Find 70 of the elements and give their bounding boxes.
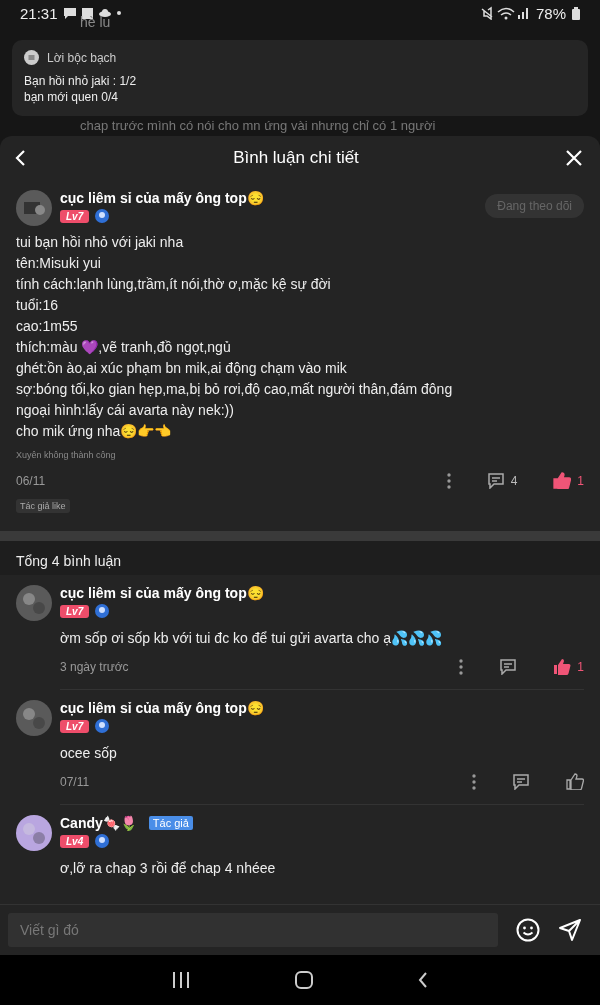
comment-text: ơ,lỡ ra chap 3 rồi để chap 4 nhéee [60,860,277,876]
comment-text-line: tuổi:16 [16,296,60,315]
avatar[interactable] [16,700,52,736]
caption: Xuyên không thành công [16,450,117,460]
like-count: 1 [577,473,584,488]
comment-text: ờm sốp ơi sốp kb với tui đc ko để tui gửi avarta cho ạ💦💦💦 [60,630,444,646]
send-icon[interactable] [558,918,582,942]
more-icon[interactable] [472,773,476,790]
comment-text-line: cho mik ứng nha😔👉👈 [16,422,173,441]
comment-text-line: ghét:ồn ào,ai xúc phạm bn mik,ai động chạm vào mik [16,359,348,378]
notification-card[interactable]: Lời bộc bạch Bạn hồi nhỏ jaki : 1/2 bạn mới quen 0/4 [12,40,588,116]
comment-text-line: tên:Misuki yui [16,254,102,273]
user-name[interactable]: cục liêm sỉ của mấy ông top😔 [60,585,264,601]
comment-text-line: sợ:bóng tối,ko gian hẹp,ma,bị bỏ rơi,độ cao,mất người thân,đám đông [16,380,454,399]
status-time: 21:31 [20,4,58,22]
avatar[interactable] [16,190,52,226]
cloud-icon [98,9,111,17]
reply-count: 4 [510,473,518,488]
comment-time: 07/11 [60,774,90,789]
thumbs-up-icon[interactable] [566,773,584,790]
medal-icon [95,604,110,618]
level-badge: Lv7 [60,719,90,733]
level-badge: Lv7 [60,604,90,618]
dot-icon [116,11,121,15]
battery-icon [572,6,580,20]
home-icon[interactable] [295,971,313,989]
level-badge: Lv4 [60,834,90,848]
comment-icon[interactable] [486,472,505,489]
comment-text-line: tui bạn hồi nhỏ với jaki nha [16,233,185,252]
more-icon[interactable] [459,658,464,675]
comment-input[interactable]: Viết gì đó [8,913,498,947]
comment-time: 3 ngày trước [60,659,129,674]
comment-text-line: cao:1m55 [16,317,79,336]
avatar[interactable] [16,815,52,851]
level-badge: Lv7 [60,209,90,223]
comment-text: ocee sốp [60,745,118,761]
author-like-tag: Tác giả like [16,499,70,513]
user-name[interactable]: cục liêm sỉ của mấy ông top😔 [60,190,265,206]
thumbs-up-icon[interactable] [553,658,572,675]
post-date: 06/11 [16,473,46,488]
like-count: 1 [577,659,584,674]
user-name[interactable]: cục liêm sỉ của mấy ông top😔 [60,700,264,716]
comment-text-line: thích:màu 💜,vẽ tranh,đồ ngọt,ngủ [16,338,232,357]
notification-app-name: Lời bộc bạch [47,50,117,65]
medal-icon [95,834,110,848]
modal-title: Bình luận chi tiết [233,148,359,168]
battery-percent: 78% [535,4,566,22]
app-icon [24,50,39,65]
system-status-icons [479,6,530,20]
avatar[interactable] [16,585,52,621]
comment-text-line: ngoại hình:lấy cái avarta này nek:)) [16,401,235,420]
close-icon[interactable] [566,150,582,166]
background-text: hè lu [80,14,111,30]
emoji-icon[interactable] [516,918,540,942]
comment-text-line: tính cách:lạnh lùng,trầm,ít nói,thờ ơ,mặc kệ sự đời [16,275,332,294]
notification-text: Bạn hồi nhỏ jaki : 1/2 [24,73,138,89]
more-icon[interactable] [446,472,451,489]
reply-icon[interactable] [512,773,530,790]
author-badge: Tác giả [148,816,193,830]
recent-apps-icon[interactable] [172,972,191,988]
background-text: chap trước mình có nói cho mn ứng vài nhưng chỉ có 1 người [80,118,436,133]
comments-count-heading: Tổng 4 bình luận [0,541,600,575]
reply-icon[interactable] [499,658,518,675]
medal-icon [95,209,110,223]
message-icon [63,7,76,19]
user-name[interactable]: Candy🍬🌷 [60,815,137,831]
back-icon[interactable] [417,972,428,988]
medal-icon [95,719,110,733]
thumbs-up-icon[interactable] [553,472,572,489]
notification-text: bạn mới quen 0/4 [24,89,119,105]
